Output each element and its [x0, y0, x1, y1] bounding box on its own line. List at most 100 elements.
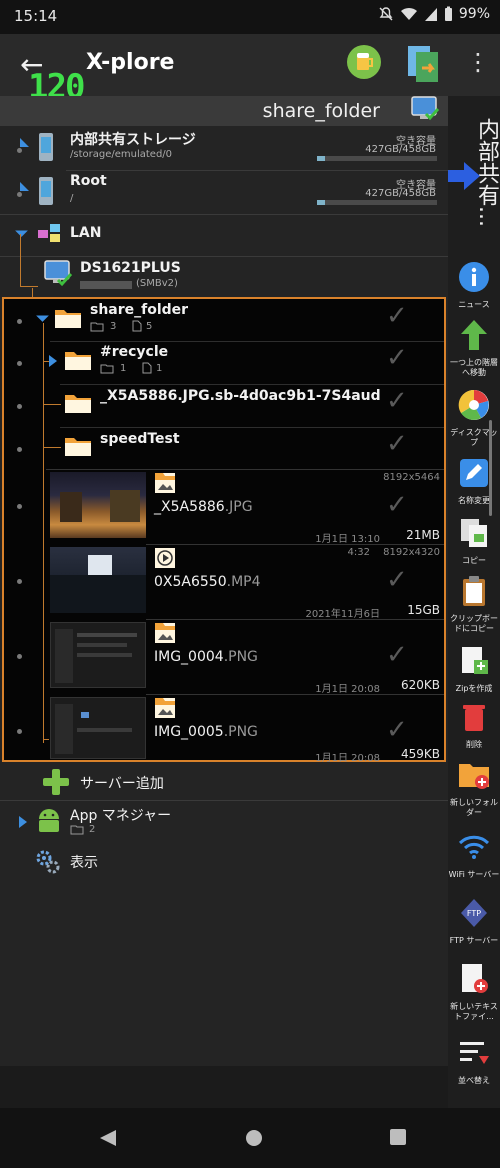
parent-folder-label: 一つ上の階層へ移動	[450, 358, 498, 377]
check-icon[interactable]: ✓	[386, 301, 408, 331]
image-file-icon	[155, 698, 175, 718]
display-label: 表示	[70, 855, 98, 871]
toolbar-scrollbar[interactable]	[489, 420, 492, 516]
capacity-text: 427GB/458GB	[365, 188, 436, 199]
right-toolbar: 内部共有... ニュース 一つ上の階層へ移動 ディスクマップ 名称変更 コピー …	[448, 96, 500, 1136]
file-name: _X5A5886.JPG	[154, 499, 253, 515]
rename-button[interactable]: 名称変更	[448, 456, 500, 506]
delete-button[interactable]: 削除	[448, 700, 500, 750]
dual-pane-icon[interactable]	[404, 42, 444, 86]
nav-home-icon[interactable]	[244, 1128, 264, 1148]
info-icon	[459, 262, 489, 292]
subfolder-count: 3	[110, 321, 117, 332]
tree-dot	[17, 504, 22, 509]
folder-item-share[interactable]: share_folder 3 5 ✓	[4, 299, 444, 341]
capacity-text: 427GB/458GB	[365, 144, 436, 155]
wifi-server-button[interactable]: WiFi サーバー	[448, 830, 500, 880]
file-item-mp4[interactable]: 0X5A6550.MP4 4:32 8192x4320 ✓ 2021年11月6日…	[4, 545, 444, 620]
display-settings-item[interactable]: 表示	[0, 846, 448, 882]
tree-dot	[17, 654, 22, 659]
folder-item-temp[interactable]: _X5A5886.JPG.sb-4d0ac9b1-7S4aud ✓	[4, 384, 444, 427]
create-zip-button[interactable]: Zipを作成	[448, 644, 500, 694]
check-icon[interactable]: ✓	[386, 565, 408, 595]
storage-path: /storage/emulated/0	[70, 149, 173, 160]
file-count: 5	[146, 321, 153, 332]
overflow-menu-icon[interactable]: ⋮	[466, 48, 490, 76]
check-icon[interactable]: ✓	[386, 715, 408, 745]
check-icon[interactable]: ✓	[386, 429, 408, 459]
folder-name: speedTest	[100, 431, 180, 447]
wifi-server-label: WiFi サーバー	[448, 870, 500, 879]
tree-dot	[17, 447, 22, 452]
file-item-png-2[interactable]: IMG_0005.PNG ✓ 1月1日 20:08 459KB	[4, 695, 444, 764]
folder-item-speedtest[interactable]: speedTest ✓	[4, 427, 444, 467]
app-manager-item[interactable]: App マネジャー 2	[0, 802, 448, 846]
file-date: 1月1日 20:08	[315, 684, 380, 695]
gears-icon	[36, 850, 60, 874]
nav-back-icon[interactable]	[98, 1128, 118, 1148]
parent-folder-button[interactable]: 一つ上の階層へ移動	[448, 318, 500, 378]
signal-icon	[424, 8, 437, 21]
subfolder-count-icon	[70, 825, 84, 835]
storage-item-root[interactable]: Root / 空き容量 427GB/458GB	[0, 170, 448, 214]
wifi-status-icon	[400, 7, 417, 20]
file-count-icon	[132, 320, 142, 332]
disk-map-button[interactable]: ディスクマップ	[448, 388, 500, 448]
pane-header: share_folder	[0, 96, 448, 126]
check-icon[interactable]: ✓	[386, 386, 408, 416]
rename-icon	[460, 459, 488, 487]
subfolder-count-icon	[100, 364, 114, 374]
new-text-file-button[interactable]: 新しいテキストファイ...	[448, 962, 500, 1022]
folder-name: #recycle	[100, 344, 169, 360]
folder-icon	[65, 438, 91, 456]
file-size: 21MB	[406, 528, 440, 542]
expand-arrow-icon[interactable]	[20, 182, 29, 191]
copy-icon	[461, 519, 487, 547]
capacity-fill	[317, 156, 326, 161]
capacity-bar	[317, 200, 437, 205]
server-item[interactable]: DS1621PLUS (SMBv2)	[0, 256, 448, 298]
check-icon[interactable]: ✓	[386, 490, 408, 520]
copy-button[interactable]: コピー	[448, 516, 500, 566]
copy-label: コピー	[462, 556, 486, 565]
expand-arrow-icon[interactable]	[20, 138, 29, 147]
file-resolution: 8192x4320	[383, 547, 440, 558]
selection-frame: share_folder 3 5 ✓ #recycle 1 1 ✓ _X5A58…	[2, 297, 446, 764]
up-arrow-icon	[461, 320, 487, 350]
check-icon[interactable]: ✓	[386, 640, 408, 670]
expand-arrow-icon[interactable]	[49, 355, 57, 367]
screenshot-thumbnail	[50, 622, 146, 688]
file-item-png-1[interactable]: IMG_0004.PNG ✓ 1月1日 20:08 620KB	[4, 620, 444, 695]
new-folder-icon	[459, 764, 489, 789]
file-date: 2021年11月6日	[305, 609, 380, 620]
new-folder-button[interactable]: 新しいフォルダー	[448, 758, 500, 818]
storage-item-internal[interactable]: 内部共有ストレージ /storage/emulated/0 空き容量 427GB…	[0, 126, 448, 170]
expand-arrow-icon[interactable]	[19, 816, 27, 828]
collapse-arrow-icon[interactable]	[36, 309, 49, 322]
clipboard-copy-button[interactable]: クリップボードにコピー	[448, 574, 500, 634]
file-count-icon	[142, 362, 152, 374]
subfolder-count-icon	[90, 322, 104, 332]
clipboard-icon	[463, 576, 485, 606]
tree-dot	[17, 361, 22, 366]
add-server-button[interactable]: サーバー追加	[0, 764, 448, 802]
collapse-arrow-icon[interactable]	[15, 224, 28, 237]
file-item-jpg[interactable]: _X5A5886.JPG 8192x5464 ✓ 1月1日 13:10 21MB	[4, 470, 444, 545]
file-date: 1月1日 20:08	[315, 753, 380, 764]
status-bar: 15:14 99%	[0, 0, 500, 34]
new-folder-label: 新しいフォルダー	[450, 798, 498, 817]
lan-item[interactable]: LAN	[0, 214, 448, 256]
ftp-server-button[interactable]: FTP FTP サーバー	[448, 896, 500, 946]
check-icon[interactable]: ✓	[386, 343, 408, 373]
sort-label: 並べ替え	[458, 1076, 490, 1085]
new-text-file-label: 新しいテキストファイ...	[450, 1002, 498, 1021]
folder-item-recycle[interactable]: #recycle 1 1 ✓	[4, 341, 444, 384]
nav-recents-icon[interactable]	[389, 1128, 407, 1146]
sort-button[interactable]: 並べ替え	[448, 1036, 500, 1086]
news-button[interactable]: ニュース	[448, 260, 500, 310]
beer-badge-icon[interactable]	[344, 42, 384, 82]
root-storage-icon	[39, 177, 53, 205]
app-title: X-plore	[86, 50, 175, 75]
pane-switch-arrow-icon[interactable]	[448, 162, 480, 190]
app-manager-label: App マネジャー	[70, 808, 172, 824]
